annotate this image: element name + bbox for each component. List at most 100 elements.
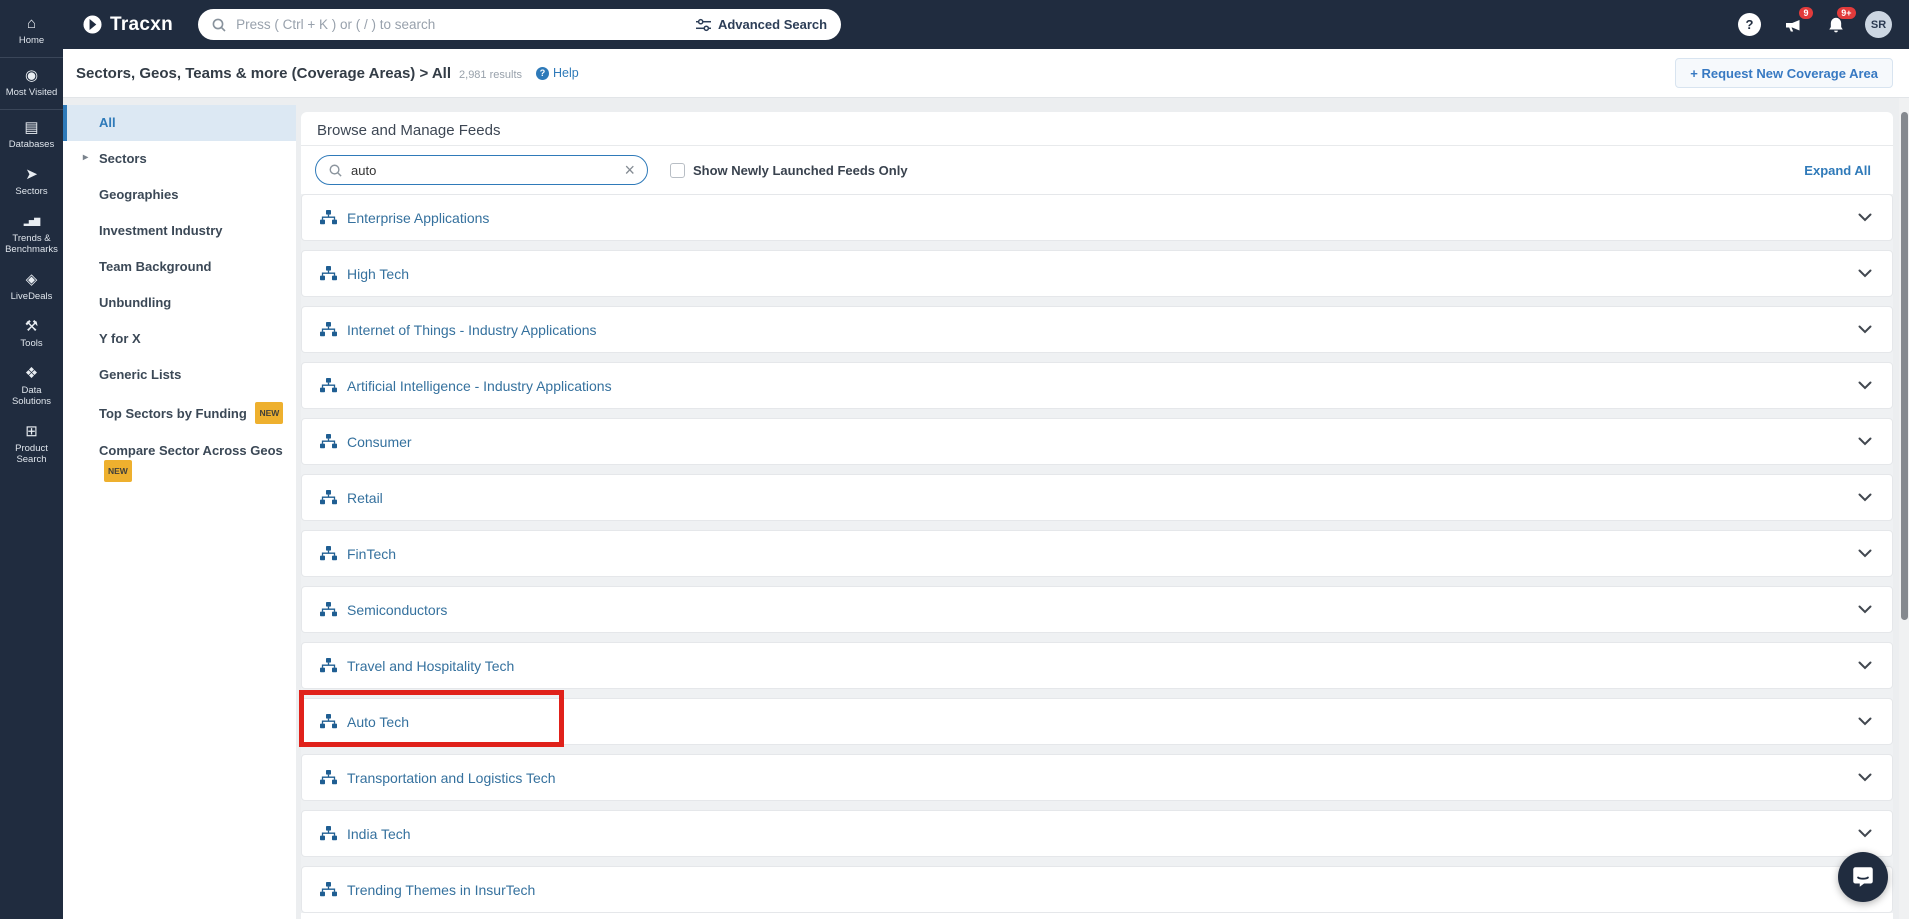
filter-sliders-icon: [695, 18, 711, 31]
chevron-down-icon[interactable]: [1858, 381, 1872, 390]
tracxn-logo[interactable]: Tracxn: [82, 14, 173, 36]
nav-item-label: Sectors: [99, 151, 147, 166]
feed-row-trending-themes-in-insurtech[interactable]: Trending Themes in InsurTech: [301, 866, 1893, 913]
feed-row-artificial-intelligence-industry-applications[interactable]: Artificial Intelligence - Industry Appli…: [301, 362, 1893, 409]
expand-all-link[interactable]: Expand All: [1804, 163, 1871, 178]
advanced-search-button[interactable]: Advanced Search: [695, 17, 828, 32]
sidebar-item-trends-benchmarks[interactable]: ▂▅▇ Trends & Benchmarks: [0, 206, 63, 264]
announcements-button[interactable]: 9: [1779, 7, 1813, 38]
nav-item-compare-sector-across-geos[interactable]: ▸ Compare Sector Across Geos NEW: [63, 433, 296, 491]
chat-launcher-button[interactable]: [1838, 852, 1888, 902]
feed-label: Consumer: [347, 433, 412, 450]
global-search-input[interactable]: [236, 17, 696, 32]
chevron-down-icon[interactable]: [1858, 829, 1872, 838]
feed-row-high-tech[interactable]: High Tech: [301, 250, 1893, 297]
nav-item-unbundling[interactable]: ▸ Unbundling: [63, 285, 296, 321]
feed-row-internet-of-things-industry-applications[interactable]: Internet of Things - Industry Applicatio…: [301, 306, 1893, 353]
expand-triangle-icon[interactable]: ▸: [83, 149, 88, 167]
chevron-down-icon[interactable]: [1858, 717, 1872, 726]
help-icon: ?: [1738, 13, 1761, 36]
sidebar-item-tools[interactable]: ⚒ Tools: [0, 311, 63, 358]
nav-item-label: Unbundling: [99, 295, 172, 310]
sitemap-icon: [320, 490, 337, 505]
nav-item-sectors[interactable]: ▸ Sectors: [63, 141, 296, 177]
sitemap-icon: [320, 826, 337, 841]
feed-controls: × Show Newly Launched Feeds Only Expand …: [301, 146, 1893, 194]
feed-label: India Tech: [347, 825, 411, 842]
home-icon: ⌂: [26, 15, 37, 32]
nav-item-label: Compare Sector Across Geos: [99, 443, 283, 458]
chevron-down-icon[interactable]: [1858, 269, 1872, 278]
nav-item-geographies[interactable]: ▸ Geographies: [63, 177, 296, 213]
nav-item-all[interactable]: ▸ All: [63, 105, 296, 141]
newly-launched-label: Show Newly Launched Feeds Only: [693, 162, 908, 178]
user-avatar[interactable]: SR: [1865, 11, 1892, 38]
request-new-coverage-area-button[interactable]: + Request New Coverage Area: [1675, 58, 1893, 88]
nav-item-y-for-x[interactable]: ▸ Y for X: [63, 321, 296, 357]
sitemap-icon: [320, 882, 337, 897]
sitemap-icon: [320, 770, 337, 785]
feed-label: Auto Tech: [347, 713, 410, 730]
feed-row-enterprise-applications[interactable]: Enterprise Applications: [301, 194, 1893, 241]
feed-row-semiconductors[interactable]: Semiconductors: [301, 586, 1893, 633]
newly-launched-checkbox[interactable]: [670, 162, 685, 178]
sitemap-icon: [320, 266, 337, 281]
chevron-down-icon[interactable]: [1858, 773, 1872, 782]
nav-item-label: Generic Lists: [99, 367, 182, 382]
sidebar-item-sectors[interactable]: ➤ Sectors: [0, 159, 63, 206]
feed-row-auto-tech[interactable]: Auto Tech: [301, 698, 1893, 745]
sitemap-icon: [320, 378, 337, 393]
chevron-down-icon[interactable]: [1858, 605, 1872, 614]
feed-row-fintech[interactable]: FinTech: [301, 530, 1893, 577]
sidebar-item-home[interactable]: ⌂ Home: [0, 8, 63, 55]
nav-item-top-sectors-by-funding[interactable]: ▸ Top Sectors by Funding NEW: [63, 393, 296, 433]
sidebar-item-livedeals[interactable]: ◈ LiveDeals: [0, 264, 63, 311]
results-count: 2,981 results: [459, 68, 522, 81]
chevron-down-icon[interactable]: [1858, 325, 1872, 334]
tools-icon: ⚒: [24, 318, 39, 335]
chevron-down-icon[interactable]: [1858, 493, 1872, 502]
newly-launched-filter[interactable]: Show Newly Launched Feeds Only: [670, 162, 908, 178]
feed-search[interactable]: ×: [315, 155, 648, 185]
feed-row-retail[interactable]: Retail: [301, 474, 1893, 521]
send-icon: ➤: [25, 166, 38, 183]
divider: [0, 57, 63, 58]
clear-search-icon[interactable]: ×: [624, 161, 635, 179]
notifications-button[interactable]: 9+: [1822, 7, 1856, 38]
scrollbar-thumb[interactable]: [1900, 112, 1908, 620]
nav-item-investment-industry[interactable]: ▸ Investment Industry: [63, 213, 296, 249]
global-search[interactable]: Advanced Search: [198, 9, 842, 40]
grid-search-icon: ⊞: [25, 423, 38, 440]
help-link[interactable]: ? Help: [536, 66, 579, 80]
feed-label: Artificial Intelligence - Industry Appli…: [347, 377, 612, 394]
page-title: Browse and Manage Feeds: [301, 112, 1893, 146]
sidebar-item-data-solutions[interactable]: ❖ Data Solutions: [0, 358, 63, 416]
sidebar-item-label: Home: [18, 35, 45, 46]
feed-search-input[interactable]: [351, 162, 625, 178]
feed-row-transportation-and-logistics-tech[interactable]: Transportation and Logistics Tech: [301, 754, 1893, 801]
divider: [0, 109, 63, 110]
feed-label: Transportation and Logistics Tech: [347, 769, 556, 786]
nav-item-team-background[interactable]: ▸ Team Background: [63, 249, 296, 285]
help-button[interactable]: ?: [1736, 11, 1763, 38]
scrollbar[interactable]: [1899, 98, 1909, 919]
sidebar-item-databases[interactable]: ▤ Databases: [0, 112, 63, 159]
chevron-down-icon[interactable]: [1858, 437, 1872, 446]
bar-chart-icon: ▂▅▇: [23, 217, 41, 226]
sidebar-item-product-search[interactable]: ⊞ Product Search: [0, 416, 63, 474]
nav-item-generic-lists[interactable]: ▸ Generic Lists: [63, 357, 296, 393]
puzzle-icon: ❖: [24, 365, 39, 382]
chevron-down-icon[interactable]: [1858, 213, 1872, 222]
eye-icon: ◉: [24, 67, 39, 84]
chevron-down-icon[interactable]: [1858, 549, 1872, 558]
feed-row-india-tech[interactable]: India Tech: [301, 810, 1893, 857]
sitemap-icon: [320, 322, 337, 337]
coverage-nav-panel: ▸ All ▸ Sectors ▸ Geographies ▸ Investme…: [63, 105, 296, 919]
topbar-actions: ? 9 9+ SR: [1736, 7, 1892, 38]
chevron-down-icon[interactable]: [1858, 661, 1872, 670]
advanced-search-label: Advanced Search: [717, 17, 828, 32]
feed-row-travel-and-hospitality-tech[interactable]: Travel and Hospitality Tech: [301, 642, 1893, 689]
feed-row-consumer[interactable]: Consumer: [301, 418, 1893, 465]
sidebar-item-most-visited[interactable]: ◉ Most Visited: [0, 60, 63, 107]
nav-item-label: Team Background: [99, 259, 212, 274]
